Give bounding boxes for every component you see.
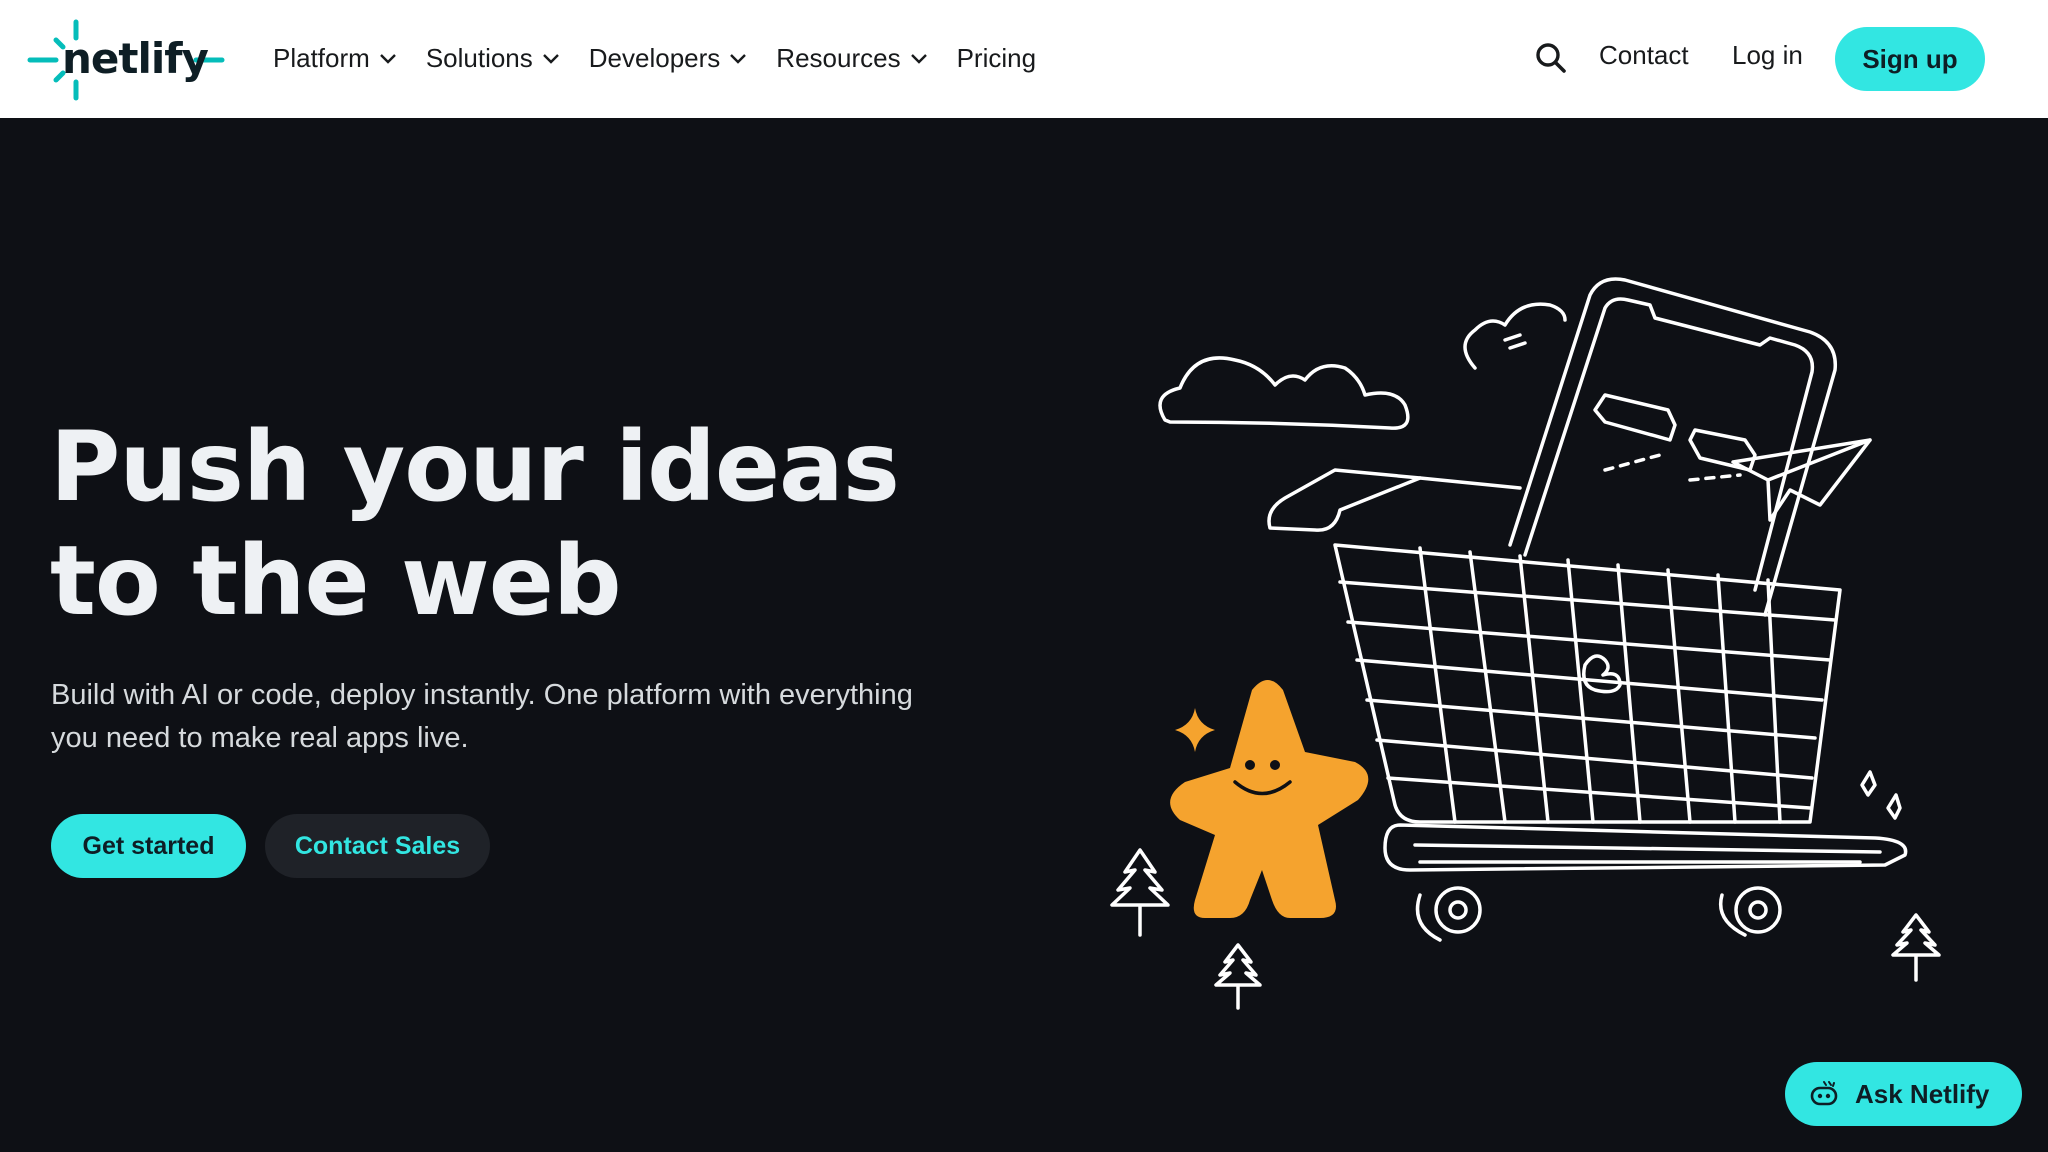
primary-nav: Platform Solutions Developers Resources … — [273, 38, 1064, 78]
logo-wordmark: netlify — [62, 34, 209, 83]
box-flap — [1267, 468, 1422, 532]
nav-label: Resources — [776, 42, 901, 73]
search-button[interactable] — [1533, 40, 1569, 76]
nav-label: Solutions — [425, 42, 533, 73]
tree-right — [1891, 913, 1941, 982]
nav-label: Platform — [273, 42, 370, 73]
signup-button[interactable]: Sign up — [1835, 27, 1985, 91]
bot-icon — [1810, 1081, 1838, 1106]
login-link[interactable]: Log in — [1732, 40, 1803, 71]
tree-bottom — [1214, 943, 1262, 1010]
hero-title-line-2: to the web — [50, 525, 622, 637]
hero-subtitle: Build with AI or code, deploy instantly.… — [51, 674, 971, 760]
top-navigation-bar: netlify Platform Solutions Developers Re… — [0, 0, 2048, 118]
chevron-down-icon — [910, 54, 927, 64]
hero-title-line-1: Push your ideas — [50, 411, 900, 523]
contact-sales-button[interactable]: Contact Sales — [265, 814, 490, 878]
hero-subtitle-line-1: Build with AI or code, deploy instantly.… — [51, 679, 913, 711]
nav-item-resources[interactable]: Resources — [776, 38, 928, 78]
search-icon — [1536, 43, 1566, 73]
get-started-button[interactable]: Get started — [51, 814, 246, 878]
mascot-star — [1170, 680, 1369, 918]
hero-title: Push your ideas to the web — [50, 410, 950, 638]
nav-label: Developers — [588, 42, 721, 73]
tree-left — [1110, 848, 1170, 937]
nav-label: Pricing — [956, 42, 1037, 73]
nav-item-platform[interactable]: Platform — [273, 38, 398, 78]
nav-item-pricing[interactable]: Pricing — [957, 38, 1036, 78]
shopping-cart-illustration — [1110, 277, 1941, 1010]
nav-item-solutions[interactable]: Solutions — [426, 38, 561, 78]
chevron-down-icon — [730, 54, 747, 64]
chevron-down-icon — [379, 54, 396, 64]
ask-netlify-button[interactable]: Ask Netlify — [1785, 1062, 2022, 1126]
cart-wheel-right — [1734, 886, 1782, 934]
hero-subtitle-line-2: you need to make real apps live. — [51, 722, 469, 754]
contact-link[interactable]: Contact — [1599, 40, 1689, 71]
netlify-logo[interactable]: netlify — [26, 18, 226, 102]
nav-item-developers[interactable]: Developers — [589, 38, 749, 78]
chevron-down-icon — [542, 54, 559, 64]
duck-doodle — [1582, 654, 1622, 694]
sparkle-orange — [1175, 708, 1215, 752]
cloud-left — [1158, 356, 1410, 430]
ask-netlify-label: Ask Netlify — [1855, 1078, 1990, 1109]
cart-wheel-left — [1434, 886, 1482, 934]
